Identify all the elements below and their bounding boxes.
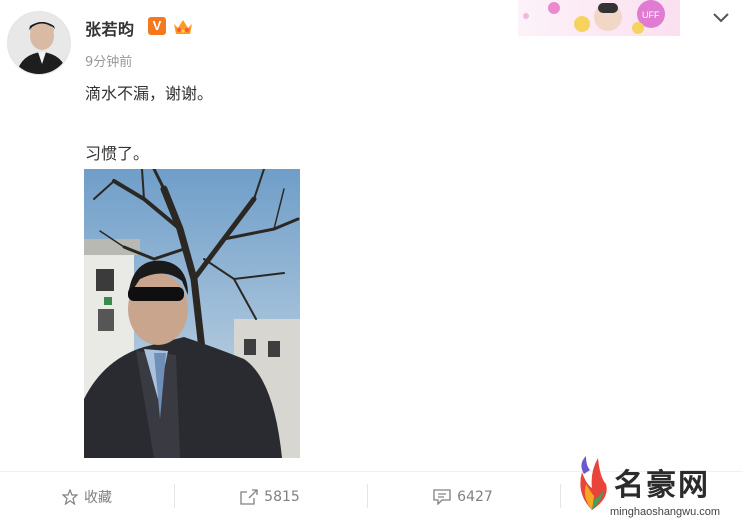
avatar[interactable] (7, 11, 71, 75)
comment-button[interactable]: 6427 (368, 472, 558, 522)
post-timestamp[interactable]: 9分钟前 (85, 51, 132, 70)
favorite-button[interactable]: 收藏 (0, 472, 174, 522)
favorite-label: 收藏 (84, 490, 112, 506)
star-icon (62, 489, 78, 505)
repost-button[interactable]: 5815 (175, 472, 365, 522)
verified-v-icon: V (148, 17, 166, 35)
watermark-url: minghaoshangwu.com (610, 506, 721, 518)
chevron-down-icon[interactable] (711, 11, 731, 25)
comment-count: 6427 (457, 489, 493, 505)
card-decoration: UFF (518, 0, 680, 36)
weibo-post-card: UFF 张若昀 V 9分钟前 滴水不漏，谢谢。 习惯了。 收藏 5815 642… (0, 0, 743, 526)
watermark-logo-icon (580, 456, 607, 510)
watermark: 名豪网 minghaoshangwu.com (572, 454, 742, 526)
post-image[interactable] (84, 169, 300, 458)
share-icon (240, 489, 258, 505)
repost-count: 5815 (264, 489, 300, 505)
watermark-title: 名豪网 (614, 468, 710, 503)
comment-icon (433, 489, 451, 505)
divider (560, 484, 561, 508)
svg-text:UFF: UFF (642, 10, 660, 20)
post-text-line-2: 习惯了。 (85, 144, 150, 163)
post-text-line-1: 滴水不漏，谢谢。 (85, 84, 214, 103)
username[interactable]: 张若昀 (85, 16, 135, 40)
crown-icon[interactable] (172, 16, 194, 36)
